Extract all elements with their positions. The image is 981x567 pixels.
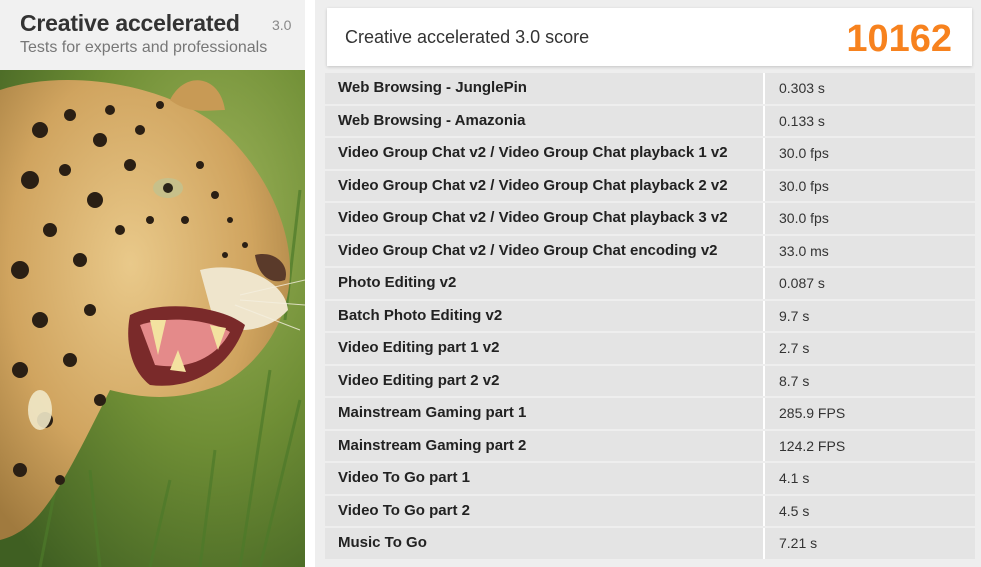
- test-name: Video Group Chat v2 / Video Group Chat p…: [325, 170, 765, 201]
- left-panel: Creative accelerated 3.0 Tests for exper…: [0, 0, 305, 567]
- test-result: 30.0 fps: [765, 203, 975, 234]
- test-name: Music To Go: [325, 528, 765, 559]
- table-row: Mainstream Gaming part 2 124.2 FPS: [325, 430, 975, 461]
- test-result: 0.303 s: [765, 73, 975, 104]
- results-table: Web Browsing - JunglePin 0.303 s Web Brow…: [325, 73, 975, 561]
- test-name: Video Editing part 1 v2: [325, 333, 765, 364]
- test-result: 2.7 s: [765, 333, 975, 364]
- test-result: 0.133 s: [765, 105, 975, 136]
- table-row: Video Editing part 1 v2 2.7 s: [325, 333, 975, 364]
- test-name: Photo Editing v2: [325, 268, 765, 299]
- test-name: Mainstream Gaming part 2: [325, 430, 765, 461]
- table-row: Video Group Chat v2 / Video Group Chat p…: [325, 138, 975, 169]
- test-result: 124.2 FPS: [765, 430, 975, 461]
- test-name: Video To Go part 2: [325, 495, 765, 526]
- test-result: 0.087 s: [765, 268, 975, 299]
- table-row: Music To Go 7.21 s: [325, 528, 975, 559]
- test-result: 8.7 s: [765, 365, 975, 396]
- test-result: 30.0 fps: [765, 170, 975, 201]
- test-result: 285.9 FPS: [765, 398, 975, 429]
- test-name: Video Group Chat v2 / Video Group Chat p…: [325, 203, 765, 234]
- test-result: 4.1 s: [765, 463, 975, 494]
- test-version: 3.0: [272, 17, 292, 33]
- test-result: 33.0 ms: [765, 235, 975, 266]
- table-row: Web Browsing - JunglePin 0.303 s: [325, 73, 975, 104]
- test-result: 30.0 fps: [765, 138, 975, 169]
- test-result: 7.21 s: [765, 528, 975, 559]
- table-row: Video To Go part 1 4.1 s: [325, 463, 975, 494]
- test-name: Mainstream Gaming part 1: [325, 398, 765, 429]
- table-row: Video Editing part 2 v2 8.7 s: [325, 365, 975, 396]
- test-name: Video Group Chat v2 / Video Group Chat e…: [325, 235, 765, 266]
- leopard-photo: [0, 70, 305, 567]
- test-name: Video Editing part 2 v2: [325, 365, 765, 396]
- test-result: 4.5 s: [765, 495, 975, 526]
- table-row: Video Group Chat v2 / Video Group Chat p…: [325, 203, 975, 234]
- test-name: Batch Photo Editing v2: [325, 300, 765, 331]
- table-row: Batch Photo Editing v2 9.7 s: [325, 300, 975, 331]
- test-header: Creative accelerated 3.0 Tests for exper…: [0, 0, 305, 70]
- test-title: Creative accelerated: [20, 10, 240, 36]
- table-row: Video Group Chat v2 / Video Group Chat p…: [325, 170, 975, 201]
- test-result: 9.7 s: [765, 300, 975, 331]
- test-name: Video To Go part 1: [325, 463, 765, 494]
- test-subtitle: Tests for experts and professionals: [20, 39, 268, 56]
- test-name: Video Group Chat v2 / Video Group Chat p…: [325, 138, 765, 169]
- score-card: Creative accelerated 3.0 score 10162: [327, 8, 972, 66]
- results-panel: Creative accelerated 3.0 score 10162 Web…: [315, 0, 981, 567]
- test-name: Web Browsing - JunglePin: [325, 73, 765, 104]
- table-row: Video Group Chat v2 / Video Group Chat e…: [325, 235, 975, 266]
- test-name: Web Browsing - Amazonia: [325, 105, 765, 136]
- table-row: Video To Go part 2 4.5 s: [325, 495, 975, 526]
- score-label: Creative accelerated 3.0 score: [345, 27, 590, 47]
- table-row: Mainstream Gaming part 1 285.9 FPS: [325, 398, 975, 429]
- table-row: Web Browsing - Amazonia 0.133 s: [325, 105, 975, 136]
- table-row: Photo Editing v2 0.087 s: [325, 268, 975, 299]
- score-value: 10162: [846, 18, 952, 60]
